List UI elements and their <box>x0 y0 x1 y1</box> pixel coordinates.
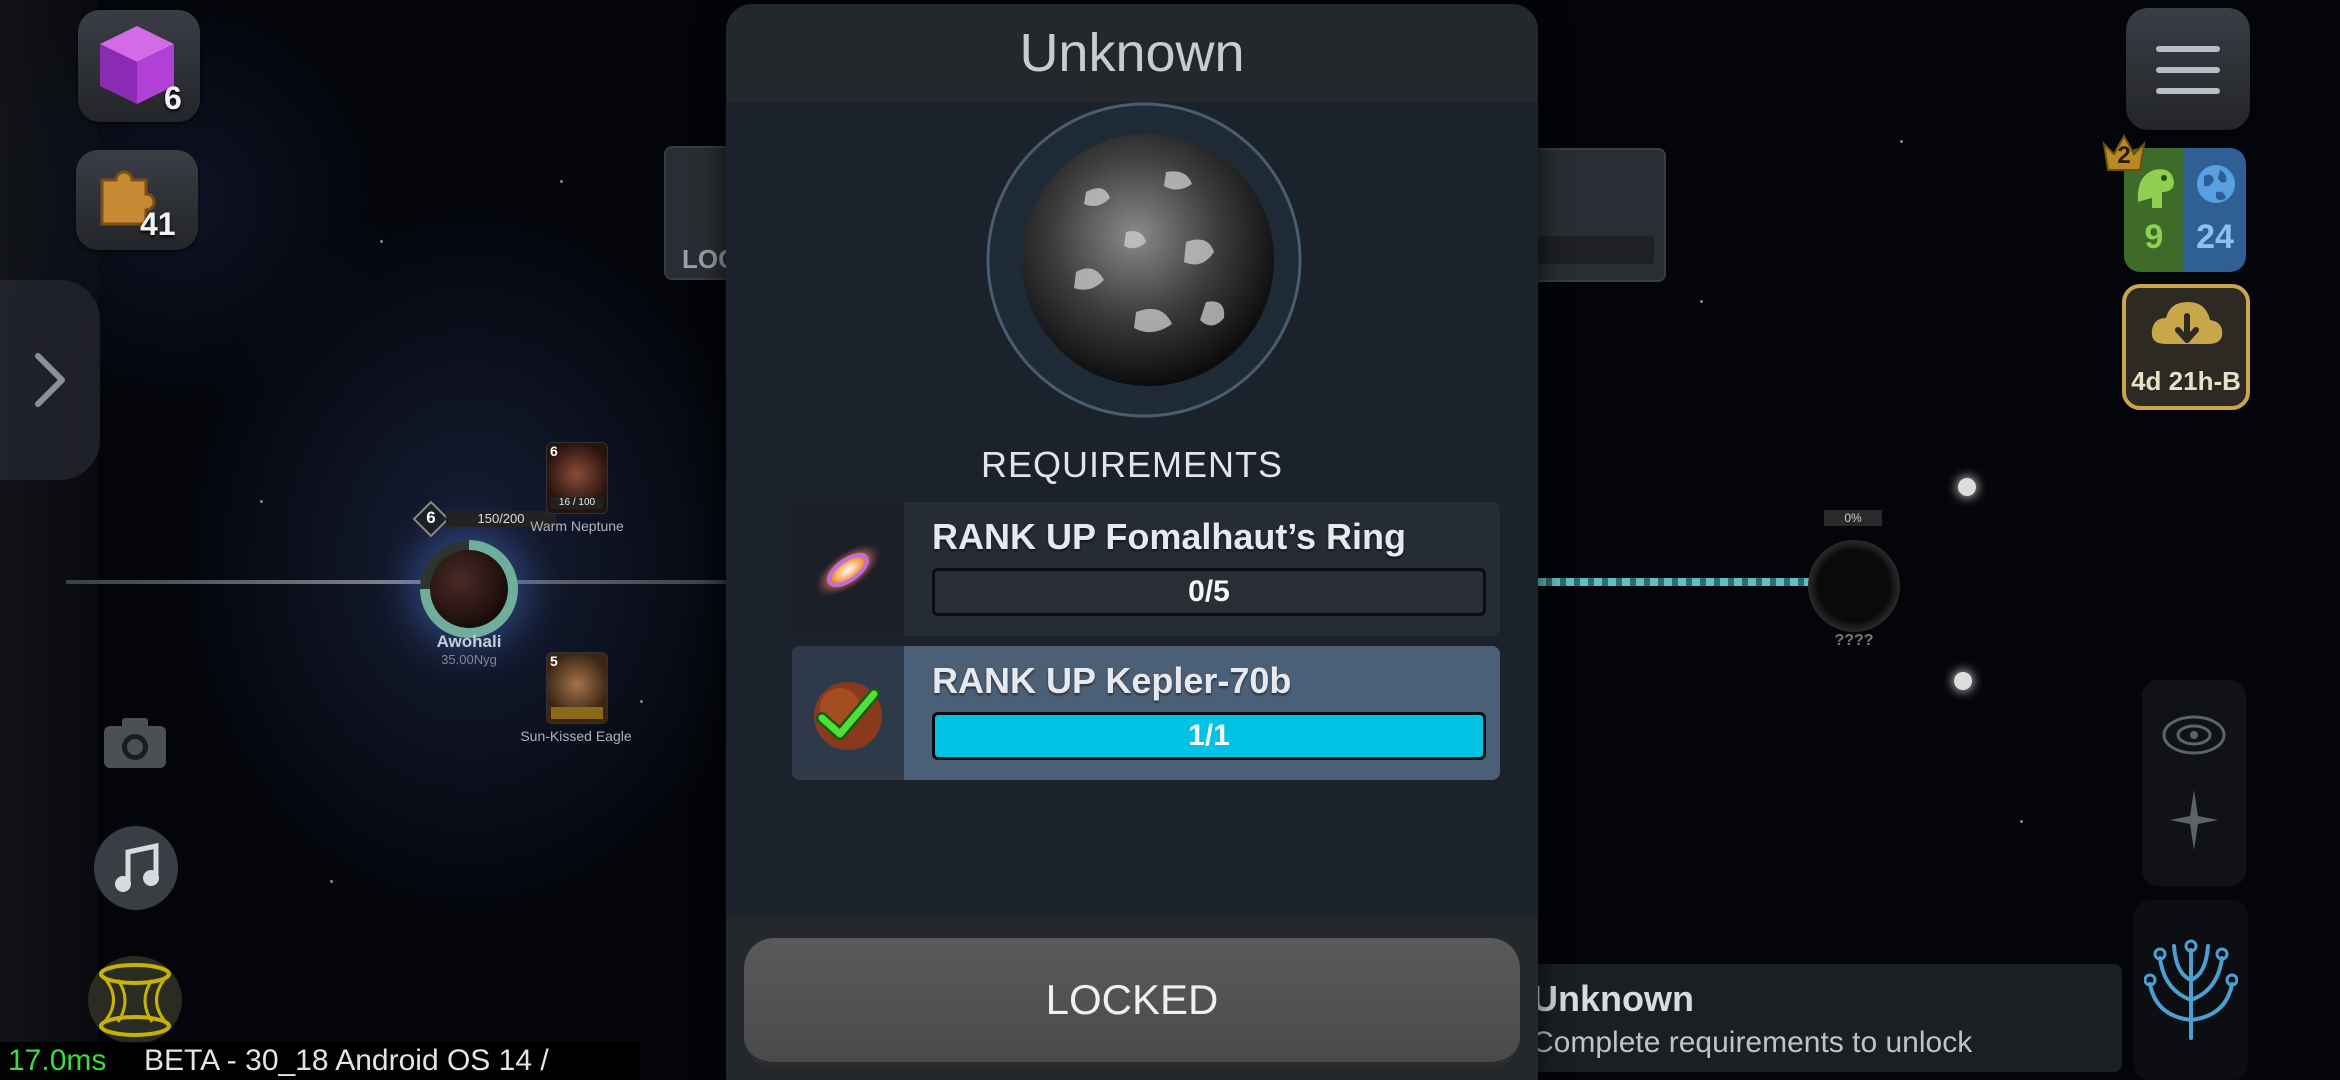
cloud-download-icon <box>2151 302 2223 344</box>
home-name: Awohali <box>436 632 502 651</box>
child-level: 5 <box>550 653 558 669</box>
tech-tree-icon <box>2144 939 2238 1040</box>
download-reward-button[interactable]: 4d 21h-B <box>2122 284 2250 410</box>
tech-tree-button[interactable] <box>2134 900 2248 1080</box>
unknown-node-progress: 0% <box>1824 510 1882 526</box>
requirement-progress-text: 1/1 <box>1188 719 1230 752</box>
menu-button[interactable] <box>2126 8 2250 130</box>
view-toggle-panel <box>2142 680 2246 886</box>
child-planet-card[interactable]: 6 16 / 100 <box>546 442 608 514</box>
requirement-icon-cell <box>792 646 904 780</box>
requirement-label: RANK UP Fomalhaut’s Ring <box>932 516 1407 557</box>
star-icon[interactable] <box>2170 790 2218 850</box>
dino-count: 9 <box>2144 218 2164 256</box>
child-progress: 16 / 100 <box>551 497 603 509</box>
expand-side-panel-button[interactable] <box>0 280 100 480</box>
solar-system-icon[interactable] <box>2160 710 2228 760</box>
child-progress-bar <box>551 707 603 719</box>
puzzle-count: 41 <box>140 206 176 242</box>
debug-overlay: 17.0ms BETA - 30_18 Android OS 14 / <box>0 1042 640 1080</box>
cube-button[interactable]: 6 <box>78 10 200 122</box>
puzzle-button[interactable]: 41 <box>76 150 198 250</box>
requirement-row[interactable]: RANK UP Kepler-70b 1/1 <box>792 646 1500 780</box>
music-button[interactable] <box>94 826 178 910</box>
completed-planet-icon <box>814 682 882 750</box>
selected-info-title: Unknown <box>1532 978 1694 1019</box>
locked-button[interactable]: LOCKED <box>744 938 1520 1068</box>
globe-icon <box>2197 165 2235 203</box>
requirement-progress-bar: 0/5 <box>932 568 1486 616</box>
download-timer: 4d 21h-B <box>2131 366 2241 396</box>
requirement-progress-bar: 1/1 <box>932 712 1486 760</box>
selected-info-subtitle: Complete requirements to unlock <box>1532 1026 1973 1059</box>
unknown-node-name: ???? <box>1834 632 1874 649</box>
camera-icon <box>104 718 166 768</box>
crown-level: 2 <box>2117 142 2131 169</box>
locked-card-bar <box>1538 236 1654 264</box>
unknown-planet-node[interactable] <box>1808 540 1900 632</box>
crown-badge: 2 <box>2100 128 2148 176</box>
progress-ring <box>420 540 518 638</box>
frame-time: 17.0ms <box>8 1044 107 1077</box>
modal-header: Unknown <box>726 4 1538 102</box>
modal-title: Unknown <box>1019 23 1245 83</box>
path-line <box>1538 578 1810 586</box>
selected-info-panel: Unknown Complete requirements to unlock <box>1500 964 2122 1072</box>
requirements-title: REQUIREMENTS <box>980 444 1284 485</box>
hamburger-menu-icon <box>2156 46 2220 94</box>
chevron-right-icon <box>35 353 65 407</box>
requirement-icon-cell <box>792 502 904 636</box>
locked-card-right[interactable] <box>1536 148 1666 282</box>
map-dot[interactable] <box>1954 672 1972 690</box>
wormhole-icon <box>99 963 171 1037</box>
child-planet-card[interactable]: 5 <box>546 652 608 724</box>
child-name: Sun-Kissed Eagle <box>520 728 632 744</box>
wormhole-button[interactable] <box>88 956 182 1044</box>
planet-portrait <box>986 102 1302 418</box>
map-dot[interactable] <box>1958 478 1976 496</box>
orbit-line <box>66 580 726 584</box>
requirement-row[interactable]: RANK UP Fomalhaut’s Ring 0/5 <box>792 502 1500 636</box>
child-level: 6 <box>550 443 558 459</box>
requirement-label: RANK UP Kepler-70b <box>932 660 1292 701</box>
requirement-progress-text: 0/5 <box>1188 575 1230 608</box>
globe-count: 24 <box>2196 218 2234 256</box>
music-note-icon <box>115 842 159 892</box>
child-name: Warm Neptune <box>530 518 624 534</box>
home-level: 6 <box>426 508 436 527</box>
camera-button[interactable] <box>100 712 170 772</box>
home-sub: 35.00Nyg <box>441 652 497 667</box>
planet-detail-modal: Unknown REQUIREMENTS RANK UP Fomalhaut’s… <box>726 4 1538 1080</box>
cube-count: 6 <box>164 80 182 116</box>
ring-galaxy-icon <box>815 543 881 597</box>
unknown-planet-image <box>986 102 1302 418</box>
build-info: BETA - 30_18 Android OS 14 / <box>144 1044 549 1077</box>
home-planet-node[interactable] <box>420 540 518 638</box>
